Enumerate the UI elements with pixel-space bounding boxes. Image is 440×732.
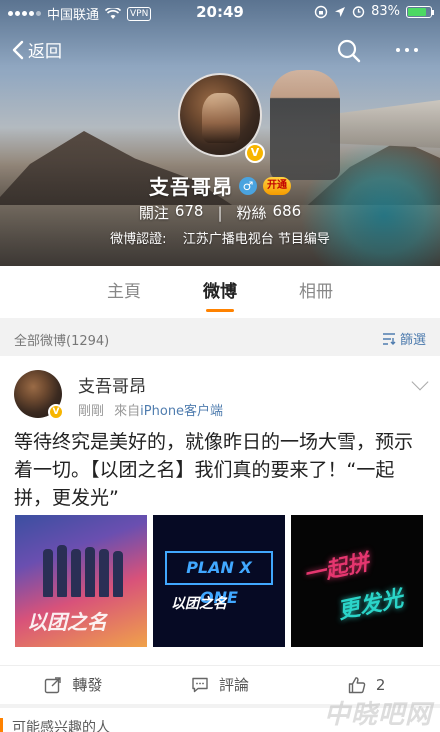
tab-album[interactable]: 相冊 bbox=[268, 266, 364, 318]
chevron-down-icon[interactable] bbox=[411, 373, 429, 391]
image-caption: 一起拼 bbox=[301, 550, 372, 589]
post-image[interactable]: PLAN X ONE 以团之名 bbox=[153, 515, 285, 647]
section-accent bbox=[0, 718, 3, 732]
verification-text: 江苏广播电视台 节目编导 bbox=[182, 232, 330, 247]
section-title: 可能感兴趣的人 bbox=[12, 720, 110, 732]
post-time: 剛剛 bbox=[78, 404, 105, 419]
male-icon: ♂ bbox=[239, 176, 257, 195]
more-icon bbox=[396, 48, 400, 52]
profile-tabs: 主頁 微博 相冊 bbox=[0, 266, 440, 318]
back-button[interactable]: 返回 bbox=[12, 37, 62, 62]
post-image[interactable]: 一起拼 更发光 bbox=[291, 515, 423, 647]
repost-label: 轉發 bbox=[72, 676, 103, 694]
tab-home[interactable]: 主頁 bbox=[76, 266, 172, 318]
followers-link[interactable]: 粉絲 686 bbox=[237, 202, 302, 223]
image-caption: PLAN X ONE bbox=[165, 551, 273, 607]
post-source-prefix: 來自 bbox=[114, 404, 141, 419]
watermark: 中晓吧网 bbox=[323, 700, 432, 730]
verification-info: 微博認證: 江苏广播电视台 节目编导 bbox=[0, 228, 440, 247]
following-count: 678 bbox=[174, 202, 204, 220]
battery-icon bbox=[406, 5, 434, 18]
verified-badge-icon: V bbox=[245, 143, 265, 163]
verified-badge-icon: V bbox=[48, 404, 64, 420]
post-meta: 剛剛 來自iPhone客户端 bbox=[78, 400, 223, 419]
post-count: 全部微博(1294) bbox=[14, 334, 110, 349]
verification-label: 微博認證: bbox=[110, 232, 167, 247]
post-card: V 支吾哥昂 剛剛 來自iPhone客户端 等待终究是美好的，就像昨日的一场大雪… bbox=[0, 356, 440, 704]
lock-rotation-icon bbox=[314, 5, 328, 18]
profile-name: 支吾哥昂 bbox=[149, 175, 233, 199]
post-source[interactable]: iPhone客户端 bbox=[140, 404, 223, 419]
profile-cover: 中国联通 VPN 20:49 83% 返回 V 支吾哥昂 ♂ 开通 關注 678 bbox=[0, 0, 440, 266]
repost-icon bbox=[45, 676, 62, 693]
followers-count: 686 bbox=[272, 202, 302, 220]
comment-button[interactable]: 評論 bbox=[147, 666, 294, 703]
search-icon bbox=[337, 39, 361, 63]
image-caption: 更发光 bbox=[335, 586, 406, 625]
followers-label: 粉絲 bbox=[236, 204, 267, 222]
more-button[interactable] bbox=[390, 40, 424, 60]
repost-button[interactable]: 轉發 bbox=[0, 666, 147, 703]
status-bar: 中国联通 VPN 20:49 83% bbox=[0, 0, 440, 26]
comment-label: 評論 bbox=[219, 676, 250, 694]
post-images: 以团之名 PLAN X ONE 以团之名 一起拼 更发光 bbox=[15, 515, 423, 647]
filter-bar: 全部微博(1294) 篩選 bbox=[0, 322, 440, 354]
post-text: 等待终究是美好的，就像昨日的一场大雪，预示着一切。【以团之名】我们真的要来了！“… bbox=[14, 431, 414, 509]
following-label: 關注 bbox=[138, 204, 169, 222]
chevron-left-icon bbox=[12, 40, 24, 59]
filter-label: 篩選 bbox=[399, 333, 426, 348]
tab-weibo[interactable]: 微博 bbox=[172, 266, 268, 318]
back-label: 返回 bbox=[28, 42, 62, 62]
location-icon bbox=[335, 6, 346, 17]
thumbs-up-icon bbox=[348, 676, 366, 693]
post-author[interactable]: 支吾哥昂 bbox=[78, 372, 146, 397]
vip-badge[interactable]: 开通 bbox=[263, 176, 291, 195]
filter-button[interactable]: 篩選 bbox=[382, 329, 426, 348]
filter-icon bbox=[382, 332, 396, 345]
search-button[interactable] bbox=[336, 38, 362, 64]
image-caption: 以团之名 bbox=[171, 596, 227, 612]
battery-percent: 83% bbox=[371, 4, 400, 19]
image-caption: 以团之名 bbox=[27, 610, 107, 634]
divider: | bbox=[217, 203, 223, 222]
comment-icon bbox=[192, 677, 208, 692]
like-count: 2 bbox=[375, 675, 386, 694]
alarm-icon bbox=[352, 6, 365, 18]
following-link[interactable]: 關注 678 bbox=[139, 202, 204, 223]
post-image[interactable]: 以团之名 bbox=[15, 515, 147, 647]
